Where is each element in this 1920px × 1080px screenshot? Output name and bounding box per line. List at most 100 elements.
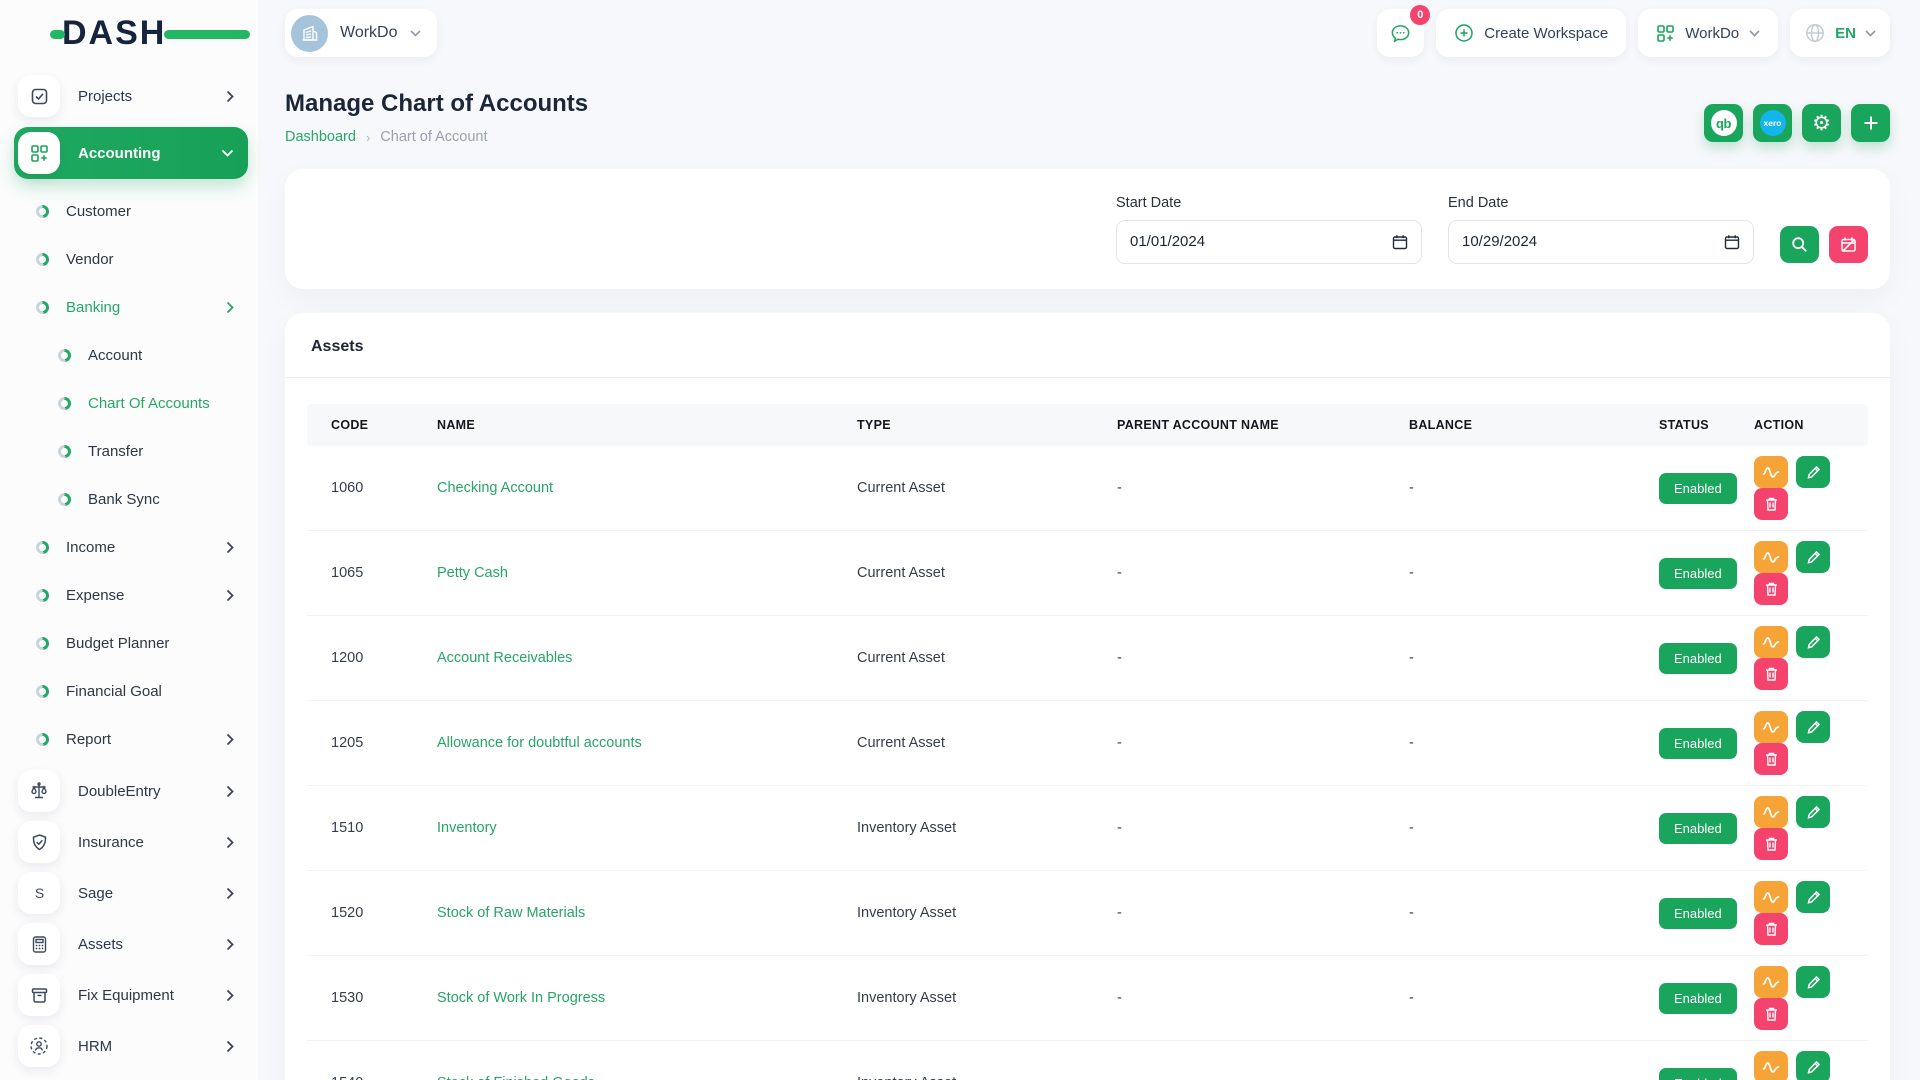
activity-button[interactable] bbox=[1754, 626, 1788, 658]
account-name-link[interactable]: Inventory bbox=[437, 820, 497, 836]
delete-button[interactable] bbox=[1754, 488, 1788, 520]
donut-bullet-icon bbox=[36, 637, 49, 650]
box-icon bbox=[18, 974, 60, 1016]
delete-button[interactable] bbox=[1754, 658, 1788, 690]
sidebar-item-banking[interactable]: Banking bbox=[14, 283, 248, 331]
chevron-right-icon bbox=[226, 938, 234, 951]
quickbooks-button[interactable]: qb bbox=[1704, 104, 1743, 142]
chevron-right-icon bbox=[226, 836, 234, 849]
type-cell: Inventory Asset bbox=[845, 871, 1105, 956]
account-name-link[interactable]: Account Receivables bbox=[437, 650, 572, 666]
table-row: 1510InventoryInventory Asset--Enabled bbox=[307, 786, 1868, 871]
table-row: 1205Allowance for doubtful accountsCurre… bbox=[307, 701, 1868, 786]
sidebar-item-sage[interactable]: SSage bbox=[14, 870, 248, 916]
edit-button[interactable] bbox=[1796, 626, 1830, 658]
app-logo[interactable]: DASH bbox=[0, 0, 258, 66]
sidebar-item-insurance[interactable]: Insurance bbox=[14, 819, 248, 865]
sidebar-item-doubleentry[interactable]: DoubleEntry bbox=[14, 768, 248, 814]
sidebar-item-label: Accounting bbox=[78, 145, 221, 162]
account-name-link[interactable]: Stock of Work In Progress bbox=[437, 990, 605, 1006]
page-header: Manage Chart of Accounts Dashboard › Cha… bbox=[285, 66, 1890, 145]
delete-button[interactable] bbox=[1754, 743, 1788, 775]
action-cell bbox=[1742, 1041, 1868, 1080]
notification-badge: 0 bbox=[1410, 5, 1430, 25]
sidebar-item-financial-goal[interactable]: Financial Goal bbox=[14, 667, 248, 715]
column-header-balance: BALANCE bbox=[1397, 404, 1647, 446]
sidebar-item-assets[interactable]: Assets bbox=[14, 921, 248, 967]
edit-button[interactable] bbox=[1796, 1051, 1830, 1080]
quickbooks-icon: qb bbox=[1711, 110, 1737, 136]
donut-bullet-icon bbox=[58, 493, 71, 506]
reset-filter-button[interactable] bbox=[1829, 226, 1868, 263]
edit-button[interactable] bbox=[1796, 456, 1830, 488]
edit-button[interactable] bbox=[1796, 966, 1830, 998]
sidebar-item-chart-of-accounts[interactable]: Chart Of Accounts bbox=[14, 379, 248, 427]
delete-button[interactable] bbox=[1754, 828, 1788, 860]
language-selector[interactable]: EN bbox=[1790, 9, 1890, 57]
end-date-input[interactable]: 10/29/2024 bbox=[1448, 220, 1754, 264]
edit-button[interactable] bbox=[1796, 881, 1830, 913]
account-name-link[interactable]: Stock of Finished Goods bbox=[437, 1075, 595, 1080]
sidebar-item-label: Customer bbox=[66, 203, 248, 220]
activity-button[interactable] bbox=[1754, 1051, 1788, 1080]
donut-bullet-icon bbox=[58, 445, 71, 458]
sidebar-item-bank-sync[interactable]: Bank Sync bbox=[14, 475, 248, 523]
sidebar-item-report[interactable]: Report bbox=[14, 715, 248, 763]
language-code: EN bbox=[1835, 25, 1856, 42]
edit-button[interactable] bbox=[1796, 541, 1830, 573]
sidebar-item-fix-equipment[interactable]: Fix Equipment bbox=[14, 972, 248, 1018]
parent-account-cell: - bbox=[1105, 871, 1397, 956]
workspace-switcher[interactable]: WorkDo bbox=[285, 9, 437, 57]
donut-bullet-icon bbox=[58, 397, 71, 410]
edit-button[interactable] bbox=[1796, 796, 1830, 828]
account-name-link[interactable]: Stock of Raw Materials bbox=[437, 905, 585, 921]
account-name-link[interactable]: Petty Cash bbox=[437, 565, 508, 581]
delete-button[interactable] bbox=[1754, 573, 1788, 605]
settings-button[interactable]: ⚙ bbox=[1802, 104, 1841, 142]
add-account-button[interactable] bbox=[1851, 104, 1890, 142]
workdo-menu-button[interactable]: WorkDo bbox=[1638, 9, 1778, 57]
activity-button[interactable] bbox=[1754, 966, 1788, 998]
column-header-type: TYPE bbox=[845, 404, 1105, 446]
activity-button[interactable] bbox=[1754, 711, 1788, 743]
filter-card: Start Date 01/01/2024 End Date 10/29/202… bbox=[285, 169, 1890, 289]
balance-cell: - bbox=[1397, 701, 1647, 786]
activity-button[interactable] bbox=[1754, 796, 1788, 828]
start-date-input[interactable]: 01/01/2024 bbox=[1116, 220, 1422, 264]
delete-button[interactable] bbox=[1754, 998, 1788, 1030]
edit-button[interactable] bbox=[1796, 711, 1830, 743]
account-name-link[interactable]: Allowance for doubtful accounts bbox=[437, 735, 642, 751]
activity-button[interactable] bbox=[1754, 541, 1788, 573]
end-date-field: End Date 10/29/2024 bbox=[1448, 195, 1754, 264]
sidebar-item-expense[interactable]: Expense bbox=[14, 571, 248, 619]
breadcrumb-dashboard-link[interactable]: Dashboard bbox=[285, 129, 356, 145]
action-cell bbox=[1742, 956, 1868, 1041]
messenger-button[interactable]: 0 bbox=[1377, 9, 1424, 57]
trash-icon bbox=[1764, 496, 1779, 512]
activity-icon bbox=[1762, 465, 1780, 480]
account-name-link[interactable]: Checking Account bbox=[437, 480, 553, 496]
sidebar-item-hrm[interactable]: HRM bbox=[14, 1023, 248, 1069]
activity-button[interactable] bbox=[1754, 456, 1788, 488]
activity-icon bbox=[1762, 635, 1780, 650]
xero-button[interactable]: xero bbox=[1753, 104, 1792, 142]
sidebar-item-accounting[interactable]: Accounting bbox=[14, 127, 248, 179]
sidebar-item-vendor[interactable]: Vendor bbox=[14, 235, 248, 283]
balance-cell: - bbox=[1397, 871, 1647, 956]
sidebar-item-projects[interactable]: Projects bbox=[14, 73, 248, 119]
delete-button[interactable] bbox=[1754, 913, 1788, 945]
donut-bullet-icon bbox=[36, 301, 49, 314]
pencil-icon bbox=[1806, 720, 1821, 735]
sidebar-item-account[interactable]: Account bbox=[14, 331, 248, 379]
activity-button[interactable] bbox=[1754, 881, 1788, 913]
calendar-off-icon bbox=[1840, 236, 1857, 253]
create-workspace-button[interactable]: Create Workspace bbox=[1436, 9, 1626, 57]
sidebar-item-customer[interactable]: Customer bbox=[14, 187, 248, 235]
accounts-table-wrap: CODENAMETYPEPARENT ACCOUNT NAMEBALANCEST… bbox=[285, 378, 1890, 1080]
sidebar-item-income[interactable]: Income bbox=[14, 523, 248, 571]
sidebar-item-budget-planner[interactable]: Budget Planner bbox=[14, 619, 248, 667]
sidebar-item-transfer[interactable]: Transfer bbox=[14, 427, 248, 475]
breadcrumb: Dashboard › Chart of Account bbox=[285, 129, 588, 145]
pencil-icon bbox=[1806, 635, 1821, 650]
search-button[interactable] bbox=[1780, 226, 1819, 263]
